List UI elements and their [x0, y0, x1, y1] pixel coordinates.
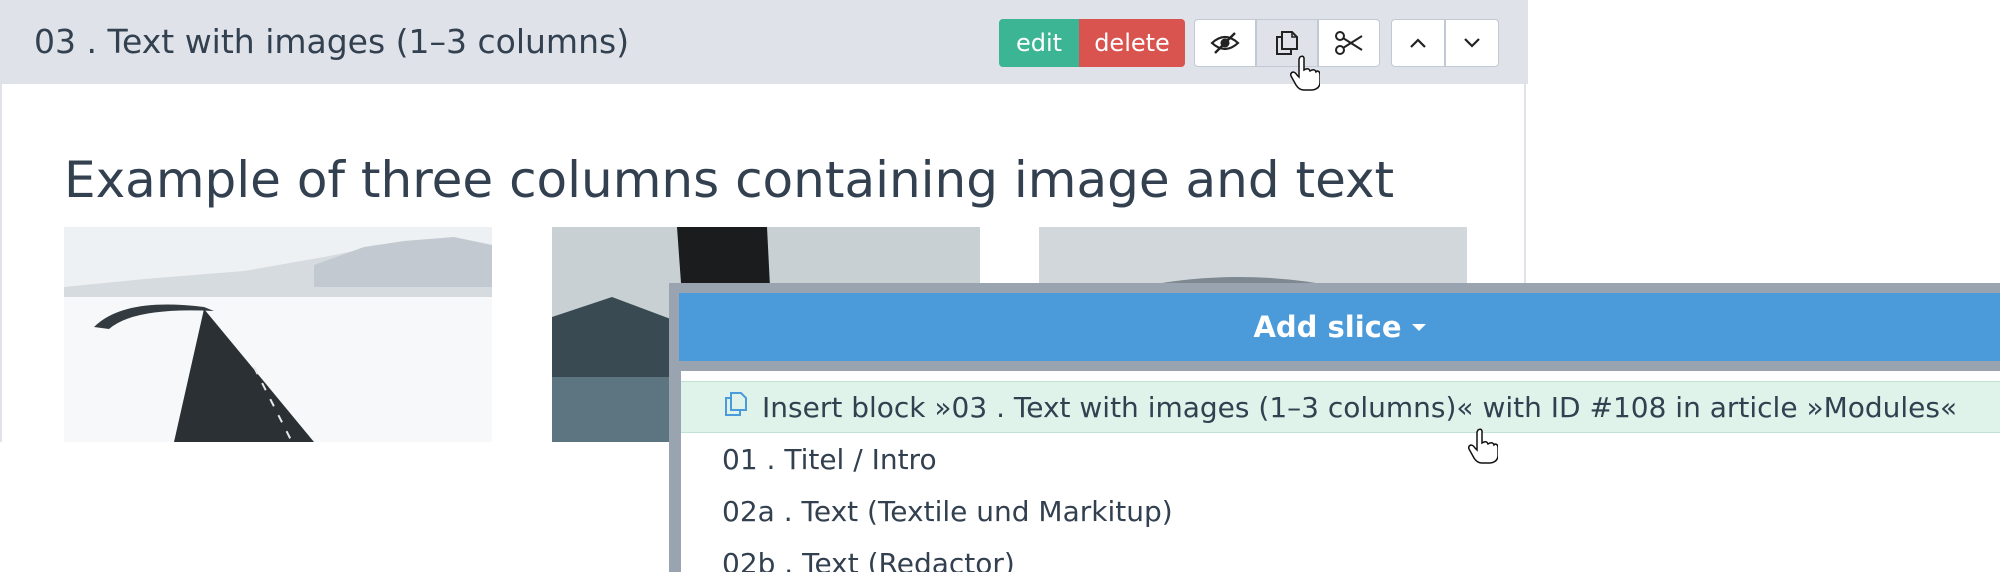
delete-button[interactable]: delete — [1079, 19, 1185, 67]
menu-item-label: 02b . Text (Redactor) — [722, 547, 1015, 572]
menu-item-text-textile[interactable]: 02a . Text (Textile und Markitup) — [681, 486, 2000, 538]
copy-icon — [722, 383, 750, 435]
menu-item-label: 01 . Titel / Intro — [722, 443, 937, 476]
copy-button[interactable] — [1256, 19, 1318, 67]
copy-icon — [1276, 31, 1298, 55]
edit-button[interactable]: edit — [999, 19, 1079, 67]
content-heading: Example of three columns containing imag… — [64, 151, 1395, 209]
move-down-button[interactable] — [1445, 19, 1499, 67]
chevron-down-icon — [1464, 38, 1480, 48]
menu-item-insert-block[interactable]: Insert block »03 . Text with images (1–3… — [681, 381, 2000, 433]
cut-button[interactable] — [1318, 19, 1380, 67]
menu-item-titel-intro[interactable]: 01 . Titel / Intro — [681, 434, 2000, 486]
add-slice-label: Add slice — [1253, 310, 1402, 344]
eye-slash-icon — [1210, 32, 1240, 54]
toggle-visibility-button[interactable] — [1194, 19, 1256, 67]
move-up-button[interactable] — [1391, 19, 1445, 67]
slice-title: 03 . Text with images (1–3 columns) — [34, 22, 630, 61]
chevron-up-icon — [1410, 38, 1426, 48]
content-image-road — [64, 227, 492, 442]
caret-down-icon — [1411, 323, 1426, 331]
add-slice-button[interactable]: Add slice — [679, 293, 2000, 361]
scissors-icon — [1335, 31, 1363, 55]
menu-item-label: 02a . Text (Textile und Markitup) — [722, 495, 1173, 528]
add-slice-menu: Insert block »03 . Text with images (1–3… — [681, 371, 2000, 572]
menu-item-label: Insert block »03 . Text with images (1–3… — [762, 391, 1958, 424]
slice-header: 03 . Text with images (1–3 columns) edit… — [2, 0, 1528, 84]
menu-item-text-redactor[interactable]: 02b . Text (Redactor) — [681, 538, 2000, 572]
